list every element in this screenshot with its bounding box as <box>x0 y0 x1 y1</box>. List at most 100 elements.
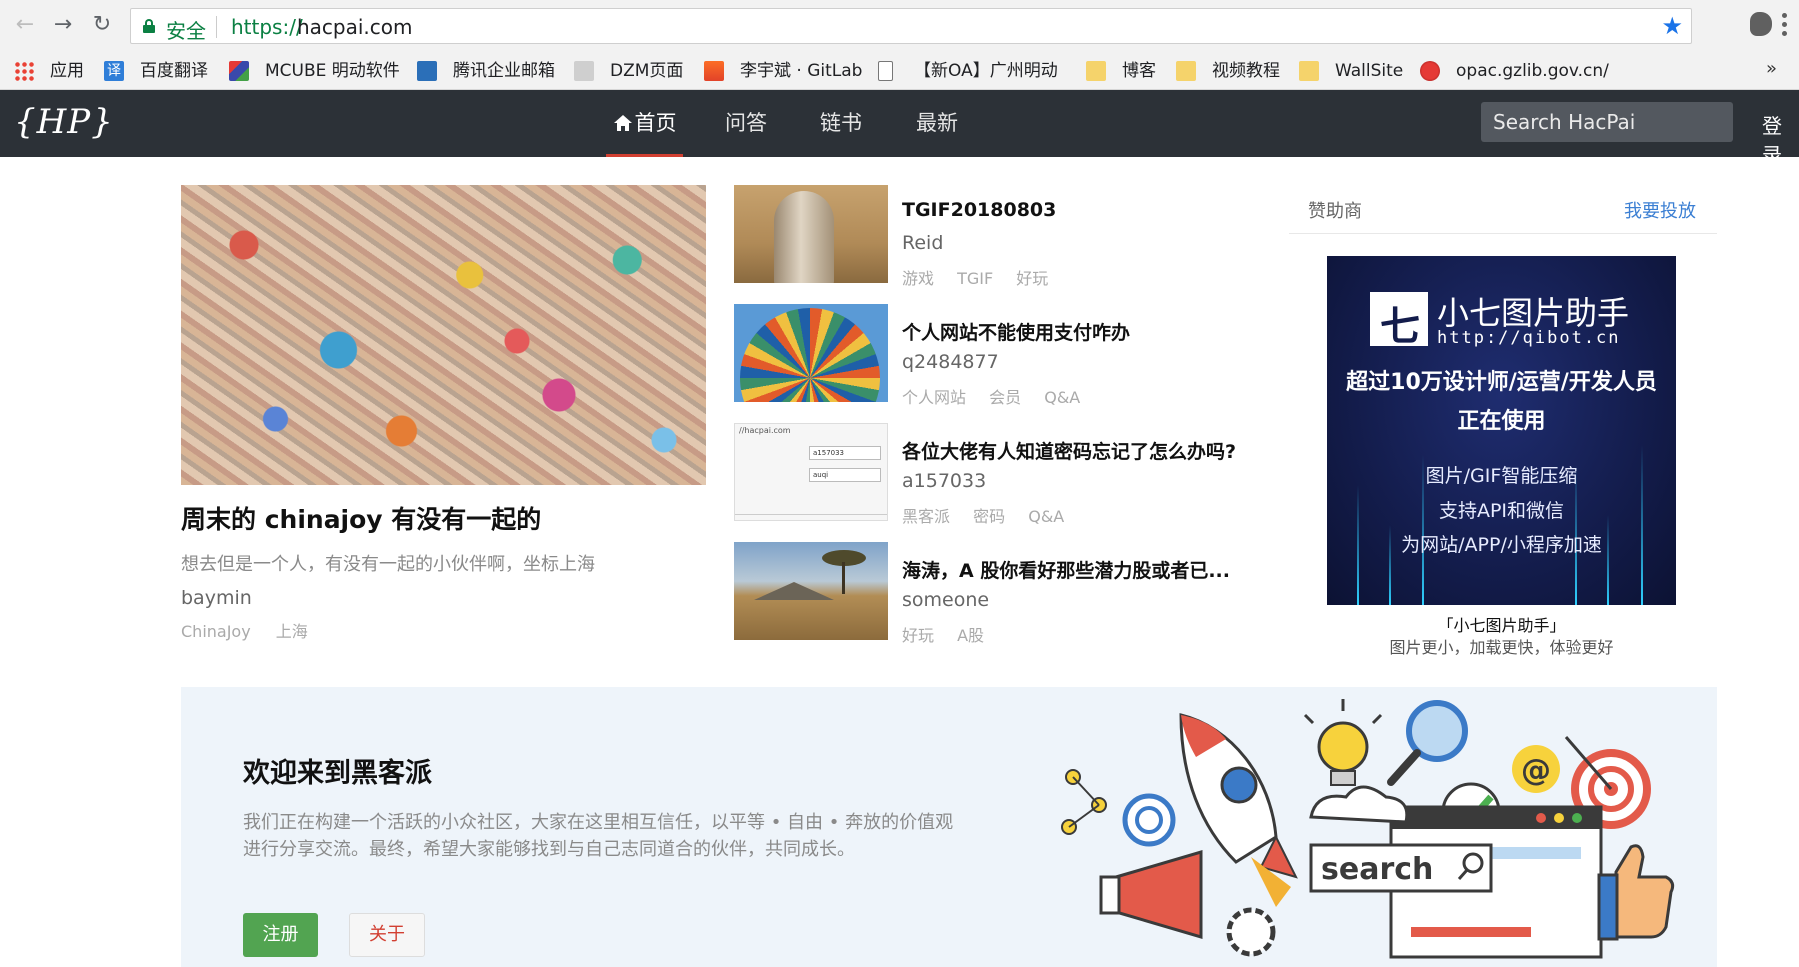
welcome-text: 我们正在构建一个活跃的小众社区，大家在这里相互信任，以平等 • 自由 • 奔放的… <box>243 812 954 860</box>
article-title[interactable]: 海涛，A 股你看好那些潜力股或者已... <box>902 556 1230 583</box>
cloud-icon <box>1309 785 1409 824</box>
lightbulb-icon <box>1303 699 1383 786</box>
url-host: hacpai.com <box>297 15 413 39</box>
welcome-title: 欢迎来到黑客派 <box>243 758 432 789</box>
tag[interactable]: 游戏 <box>902 269 934 288</box>
qibot-logo-icon: 七 <box>1370 292 1428 350</box>
back-arrow-icon[interactable]: ← <box>12 12 38 38</box>
site-logo[interactable]: {HP} <box>14 102 114 142</box>
article-title[interactable]: 个人网站不能使用支付咋办 <box>902 318 1130 345</box>
lock-icon <box>143 19 155 33</box>
reload-icon[interactable]: ↻ <box>89 12 115 38</box>
ad-caption-title[interactable]: 「小七图片助手」 <box>1327 612 1676 636</box>
feature-description: 想去但是一个人，有没有一起的小伙伴啊，坐标上海 <box>181 554 595 575</box>
article-item[interactable]: //hacpai.com a157033 auqi 各位大佬有人知道密码忘记了怎… <box>734 423 1274 526</box>
tag[interactable]: 上海 <box>276 622 308 641</box>
article-item[interactable]: TGIF20180803 Reid 游戏 TGIF 好玩 <box>734 185 1274 288</box>
tag[interactable]: 会员 <box>989 388 1021 407</box>
tag[interactable]: Q&A <box>1028 507 1064 526</box>
tag[interactable]: 好玩 <box>902 626 934 645</box>
ad-feature: 图片/GIF智能压缩 <box>1425 465 1578 487</box>
address-bar[interactable]: 安全 https:// hacpai.com ★ <box>130 8 1692 44</box>
network-nodes-icon <box>1061 769 1107 835</box>
nav-home[interactable]: 首页 <box>606 90 683 157</box>
article-author[interactable]: Reid <box>902 232 943 254</box>
nav-latest[interactable]: 最新 <box>914 90 960 157</box>
article-title[interactable]: TGIF20180803 <box>902 199 1056 221</box>
sponsor-label: 赞助商 <box>1308 201 1362 222</box>
divider <box>1289 233 1717 234</box>
ad-headline-2: 正在使用 <box>1457 409 1546 434</box>
gitlab-icon <box>704 61 724 81</box>
tag[interactable]: 好玩 <box>1016 269 1048 288</box>
evernote-extension-icon[interactable] <box>1750 12 1772 36</box>
login-link[interactable]: 登录 <box>1762 110 1799 168</box>
dzm-icon <box>574 61 594 81</box>
folder-icon <box>1299 61 1319 81</box>
thumbs-up-icon <box>1597 844 1675 941</box>
ad-feature: 支持API和微信 <box>1438 500 1565 522</box>
nav-linkbook[interactable]: 链书 <box>818 90 864 157</box>
thumb-site-text: //hacpai.com <box>739 426 791 435</box>
tag[interactable]: 个人网站 <box>902 388 966 407</box>
secure-label: 安全 <box>166 19 206 43</box>
article-thumbnail[interactable] <box>734 542 888 640</box>
nav-qa[interactable]: 问答 <box>723 90 769 157</box>
home-icon <box>613 115 632 131</box>
feature-image[interactable] <box>181 185 706 485</box>
gear-icon <box>1226 907 1276 957</box>
tag[interactable]: ChinaJoy <box>181 622 251 641</box>
mail-icon <box>417 61 437 81</box>
about-button[interactable]: 关于 <box>349 913 425 957</box>
tag[interactable]: 黑客派 <box>902 507 950 526</box>
search-bar-graphic: search <box>1309 843 1493 893</box>
article-tags: 个人网站 会员 Q&A <box>902 384 1098 408</box>
translate-icon: 译 <box>104 61 124 81</box>
target-icon <box>1122 793 1176 847</box>
feature-author[interactable]: baymin <box>181 587 252 609</box>
more-bookmarks-button[interactable]: » <box>1766 58 1777 79</box>
site-search-input[interactable]: Search HacPai <box>1481 102 1733 142</box>
page-icon <box>878 61 893 81</box>
register-button[interactable]: 注册 <box>243 913 318 957</box>
article-author[interactable]: someone <box>902 589 989 611</box>
thumb-field: auqi <box>809 468 881 482</box>
site-header: {HP} 首页 问答 链书 最新 Search HacPai 登录 <box>0 90 1799 167</box>
apps-grid-icon <box>14 61 34 81</box>
forward-arrow-icon[interactable]: → <box>50 12 76 38</box>
advertise-link[interactable]: 我要投放 <box>1624 197 1696 223</box>
article-tags: 黑客派 密码 Q&A <box>902 503 1082 527</box>
browser-menu-icon[interactable] <box>1782 13 1787 37</box>
tag[interactable]: 密码 <box>973 507 1005 526</box>
tag[interactable]: A股 <box>957 626 984 645</box>
article-author[interactable]: a157033 <box>902 470 986 492</box>
search-word: search <box>1321 852 1433 887</box>
magnifier-icon <box>1387 700 1468 786</box>
folder-icon <box>1086 61 1106 81</box>
sponsor-ad-banner[interactable]: 七 小七图片助手 http://qibot.cn 超过10万设计师/运营/开发人… <box>1327 256 1676 605</box>
tag[interactable]: TGIF <box>957 269 993 288</box>
ad-headline: 超过10万设计师/运营/开发人员 <box>1346 370 1657 395</box>
opac-icon <box>1420 61 1440 81</box>
thumb-field: a157033 <box>809 446 881 460</box>
feature-title[interactable]: 周末的 chinajoy 有没有一起的 <box>181 500 541 536</box>
ad-feature: 为网站/APP/小程序加速 <box>1401 534 1602 556</box>
feature-tags: ChinaJoy 上海 <box>181 618 328 642</box>
folder-icon <box>1176 61 1196 81</box>
article-tags: 游戏 TGIF 好玩 <box>902 265 1066 289</box>
svg-text:@: @ <box>1521 753 1551 788</box>
tag[interactable]: Q&A <box>1044 388 1080 407</box>
article-title[interactable]: 各位大佬有人知道密码忘记了怎么办吗? <box>902 437 1236 464</box>
article-thumbnail[interactable] <box>734 304 888 402</box>
browser-toolbar: ← → ↻ 安全 https:// hacpai.com ★ <box>0 0 1799 52</box>
article-item[interactable]: 海涛，A 股你看好那些潜力股或者已... someone 好玩 A股 <box>734 542 1274 645</box>
article-author[interactable]: q2484877 <box>902 351 999 373</box>
article-item[interactable]: 个人网站不能使用支付咋办 q2484877 个人网站 会员 Q&A <box>734 304 1274 407</box>
bookmark-star-icon[interactable]: ★ <box>1661 12 1683 40</box>
ad-caption-subtitle: 图片更小，加载更快，体验更好 <box>1389 638 1614 657</box>
at-sign-icon: @ <box>1512 745 1560 793</box>
article-thumbnail[interactable]: //hacpai.com a157033 auqi <box>734 423 888 521</box>
article-thumbnail[interactable] <box>734 185 888 283</box>
mcube-icon <box>229 61 249 81</box>
megaphone-icon <box>1099 849 1203 940</box>
